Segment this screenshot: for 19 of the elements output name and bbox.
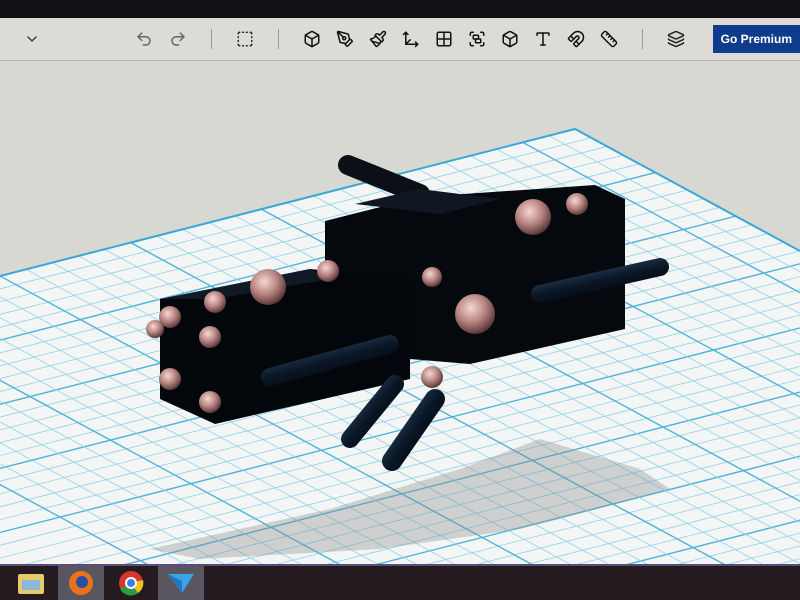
group-icon[interactable]	[468, 30, 486, 48]
browser-icon	[68, 570, 94, 596]
brush-icon[interactable]	[369, 30, 387, 48]
grid-icon[interactable]	[435, 30, 453, 48]
undo-icon[interactable]	[135, 30, 153, 48]
magnet-icon[interactable]	[567, 30, 585, 48]
text-icon[interactable]	[534, 30, 552, 48]
premium-button[interactable]: Go Premium	[712, 24, 800, 53]
folder-icon	[17, 571, 45, 595]
shape-icon[interactable]	[303, 30, 321, 48]
pen-icon[interactable]	[336, 30, 354, 48]
redo-icon[interactable]	[169, 30, 187, 48]
layers-icon[interactable]	[667, 30, 685, 48]
workplane-icon[interactable]	[236, 30, 254, 48]
move-icon[interactable]	[402, 30, 420, 48]
ruler-icon[interactable]	[600, 30, 618, 48]
browser-icon	[118, 570, 144, 596]
arrowhead-icon	[167, 571, 195, 595]
cube-icon[interactable]	[501, 30, 519, 48]
